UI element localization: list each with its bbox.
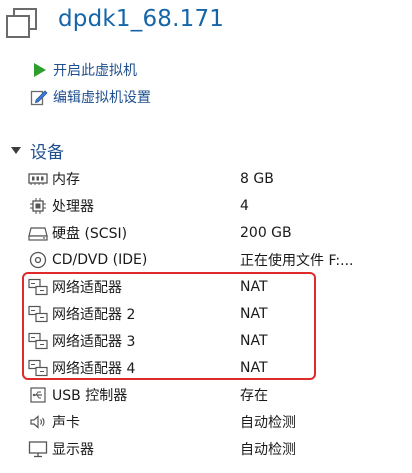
device-name: 硬盘 (SCSI) — [52, 225, 128, 242]
device-value: 自动检测 — [240, 414, 296, 431]
virtual-machine-icon — [4, 6, 40, 40]
device-row-processor[interactable]: 处理器 4 — [0, 192, 412, 219]
play-icon — [30, 61, 48, 79]
network-adapter-icon — [28, 331, 48, 351]
power-on-label: 开启此虚拟机 — [53, 63, 137, 79]
device-name: 显示器 — [52, 441, 94, 458]
device-name: 内存 — [52, 171, 80, 188]
devices-list: 内存 8 GB 处理器 4 硬盘 (SCSI) 200 GB CD/DVD (I… — [0, 165, 412, 462]
device-row-network-adapter[interactable]: 网络适配器 NAT — [0, 273, 412, 300]
cd-dvd-icon — [28, 250, 48, 270]
power-on-action[interactable]: 开启此虚拟机 — [30, 59, 137, 81]
device-name: USB 控制器 — [52, 387, 128, 404]
device-value: NAT — [240, 278, 268, 295]
vm-title: dpdk1_68.171 — [58, 6, 225, 32]
edit-settings-action[interactable]: 编辑虚拟机设置 — [30, 86, 151, 108]
device-row-cd-dvd[interactable]: CD/DVD (IDE) 正在使用文件 F:... — [0, 246, 412, 273]
device-row-display[interactable]: 显示器 自动检测 — [0, 435, 412, 462]
cpu-icon — [28, 196, 48, 216]
device-row-hard-disk[interactable]: 硬盘 (SCSI) 200 GB — [0, 219, 412, 246]
device-row-memory[interactable]: 内存 8 GB — [0, 165, 412, 192]
edit-settings-icon — [30, 88, 48, 106]
collapse-triangle-icon — [10, 144, 22, 156]
edit-settings-label: 编辑虚拟机设置 — [53, 90, 151, 106]
device-row-network-adapter-4[interactable]: 网络适配器 4 NAT — [0, 354, 412, 381]
device-value: 200 GB — [240, 224, 292, 241]
device-value: NAT — [240, 332, 268, 349]
device-row-sound-card[interactable]: 声卡 自动检测 — [0, 408, 412, 435]
devices-section-label: 设备 — [30, 142, 64, 163]
vm-summary-panel: dpdk1_68.171 开启此虚拟机 编辑虚拟机设置 设备 内存 8 GB 处… — [0, 0, 412, 473]
device-row-usb-controller[interactable]: USB 控制器 存在 — [0, 381, 412, 408]
device-row-network-adapter-2[interactable]: 网络适配器 2 NAT — [0, 300, 412, 327]
device-name: 声卡 — [52, 414, 80, 431]
device-name: 网络适配器 2 — [52, 306, 136, 323]
device-value: 正在使用文件 F:... — [240, 252, 354, 269]
device-name: 网络适配器 4 — [52, 360, 136, 377]
network-adapter-icon — [28, 358, 48, 378]
network-adapter-icon — [28, 304, 48, 324]
device-value: 8 GB — [240, 170, 274, 187]
usb-icon — [28, 385, 48, 405]
speaker-icon — [28, 412, 48, 432]
device-value: NAT — [240, 305, 268, 322]
device-name: CD/DVD (IDE) — [52, 251, 148, 268]
device-name: 网络适配器 — [52, 279, 122, 296]
devices-section-header[interactable]: 设备 — [10, 138, 64, 163]
network-adapter-icon — [28, 277, 48, 297]
device-value: 自动检测 — [240, 441, 296, 458]
monitor-icon — [28, 439, 48, 459]
device-value: 存在 — [240, 387, 268, 404]
device-value: NAT — [240, 359, 268, 376]
hard-disk-icon — [28, 223, 48, 243]
device-name: 网络适配器 3 — [52, 333, 136, 350]
device-value: 4 — [240, 197, 249, 214]
vm-header: dpdk1_68.171 — [0, 0, 412, 44]
device-name: 处理器 — [52, 198, 94, 215]
memory-icon — [28, 169, 48, 189]
device-row-network-adapter-3[interactable]: 网络适配器 3 NAT — [0, 327, 412, 354]
